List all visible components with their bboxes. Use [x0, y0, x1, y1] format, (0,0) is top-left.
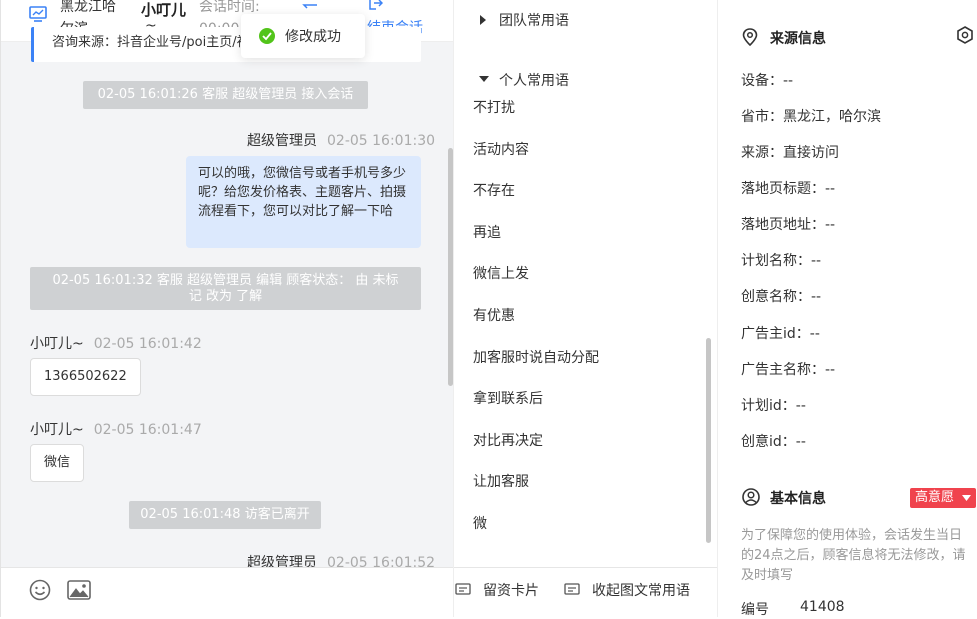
message-time: 02-05 16:01:47 — [93, 422, 202, 438]
basic-info-title: 基本信息 — [770, 491, 826, 507]
sender-name: 超级管理员 — [247, 133, 317, 149]
source-row-landing-title: 落地页标题：-- — [741, 181, 836, 197]
system-message-line: 记 改为 了解 — [188, 289, 263, 304]
message-time: 02-05 16:01:30 — [327, 133, 436, 149]
visitor-info-panel: 来源信息 设备：-- 省市：黑龙江，哈尔滨 来源：直接访问 落地页标题：-- 落… — [717, 0, 977, 618]
location-line-1: 黑龙江哈 — [60, 0, 116, 15]
source-row-landing-url: 落地页地址：-- — [741, 217, 836, 233]
intent-level-dropdown[interactable]: 高意愿 — [910, 488, 976, 508]
sender-name: 小叮儿~ — [30, 336, 84, 352]
customer-number-label: 编号 — [741, 602, 769, 618]
phrase-item[interactable]: 不存在 — [473, 180, 515, 200]
source-info-title: 来源信息 — [770, 31, 826, 47]
source-row-plan-name: 计划名称：-- — [741, 253, 822, 269]
caret-down-icon — [962, 495, 971, 501]
system-message-line: 02-05 16:01:32 客服 超级管理员 编辑 顾客状态： 由 未标 — [52, 273, 399, 288]
caret-right-icon — [480, 15, 486, 25]
source-row-advertiser-name: 广告主名称：-- — [741, 362, 836, 378]
toast-text: 修改成功 — [285, 29, 341, 45]
collapse-phrases-label: 收起图文常用语 — [592, 583, 690, 599]
transfer-icon[interactable] — [301, 0, 319, 10]
phrase-item[interactable]: 微 — [473, 513, 487, 533]
system-message-status-edit: 02-05 16:01:32 客服 超级管理员 编辑 顾客状态： 由 未标 记 … — [30, 267, 421, 310]
message-time: 02-05 16:01:42 — [93, 336, 202, 352]
lead-card-label: 留资卡片 — [483, 583, 539, 599]
phrases-scrollbar[interactable] — [706, 338, 711, 543]
phrase-item[interactable]: 让加客服 — [473, 471, 529, 491]
intent-level-label: 高意愿 — [915, 490, 955, 505]
source-row-creative-name: 创意名称：-- — [741, 289, 822, 305]
personal-phrases-label: 个人常用语 — [499, 73, 569, 89]
consult-source-text: 咨询来源：抖音企业号/poi主页/视... — [52, 35, 262, 50]
source-row-province-city: 省市：黑龙江，哈尔滨 — [741, 109, 881, 125]
check-circle-icon — [259, 28, 275, 44]
team-phrases-toggle[interactable]: 团队常用语 — [454, 10, 718, 30]
sender-name: 小叮儿~ — [30, 422, 84, 438]
end-session-icon[interactable] — [367, 0, 383, 11]
personal-phrases-toggle[interactable]: 个人常用语 — [454, 70, 718, 90]
common-phrases-panel: 团队常用语 个人常用语 不打扰 活动内容 不存在 再追 微信上发 有优惠 加客服… — [453, 0, 718, 617]
phrase-item[interactable]: 再追 — [473, 222, 501, 242]
source-row-plan-id: 计划id：-- — [741, 398, 806, 414]
customer-number-value: 41408 — [800, 599, 845, 615]
system-message: 02-05 16:01:48 访客已离开 — [129, 501, 321, 529]
phrase-item[interactable]: 对比再决定 — [473, 430, 543, 450]
success-toast: 修改成功 — [241, 14, 365, 58]
divider — [454, 567, 718, 568]
settings-icon[interactable] — [956, 26, 974, 44]
phrase-item[interactable]: 拿到联系后 — [473, 388, 543, 408]
image-icon[interactable] — [67, 580, 91, 600]
message-icon — [564, 583, 580, 595]
collapse-phrases-button[interactable]: 收起图文常用语 — [564, 580, 690, 600]
location-pin-icon — [742, 28, 758, 46]
card-icon — [455, 583, 471, 595]
caret-down-icon — [479, 76, 489, 82]
source-row-advertiser-id: 广告主id：-- — [741, 326, 820, 342]
message-meta: 小叮儿~ 02-05 16:01:47 — [30, 419, 202, 439]
phrase-item[interactable]: 活动内容 — [473, 139, 529, 159]
phrase-item[interactable]: 微信上发 — [473, 263, 529, 283]
chat-panel: 黑龙江哈 尔滨 小叮儿 ~ 会话时间: 00:00: 结束会话 咨询来源：抖音企… — [0, 0, 453, 617]
source-row-device: 设备：-- — [741, 73, 794, 89]
phrase-item[interactable]: 不打扰 — [473, 97, 515, 117]
agent-message-bubble: 可以的哦，您微信号或者手机号多少呢？给您发价格表、主题客片、拍摄流程看下，您可以… — [186, 156, 421, 248]
visitor-name: 小叮儿 — [141, 1, 187, 19]
chat-input-toolbar — [1, 567, 453, 617]
source-row-source: 来源：直接访问 — [741, 145, 839, 161]
monitor-icon — [29, 6, 47, 22]
team-phrases-label: 团队常用语 — [499, 13, 569, 29]
phrase-item[interactable]: 加客服时说自动分配 — [473, 347, 599, 367]
user-circle-icon — [742, 488, 760, 506]
message-meta: 小叮儿~ 02-05 16:01:42 — [30, 333, 202, 353]
message-meta: 超级管理员 02-05 16:01:30 — [247, 130, 435, 150]
emoji-icon[interactable] — [29, 579, 51, 601]
source-row-creative-id: 创意id：-- — [741, 434, 806, 450]
edit-notice: 为了保障您的使用体验，会话发生当日的24点之后，顾客信息将无法修改，请及时填写 — [741, 528, 966, 583]
lead-card-button[interactable]: 留资卡片 — [455, 580, 539, 600]
phrase-item[interactable]: 有优惠 — [473, 305, 515, 325]
system-message: 02-05 16:01:26 客服 超级管理员 接入会话 — [83, 81, 368, 109]
visitor-message-bubble: 1366502622 — [30, 358, 141, 396]
visitor-message-bubble: 微信 — [30, 444, 85, 482]
